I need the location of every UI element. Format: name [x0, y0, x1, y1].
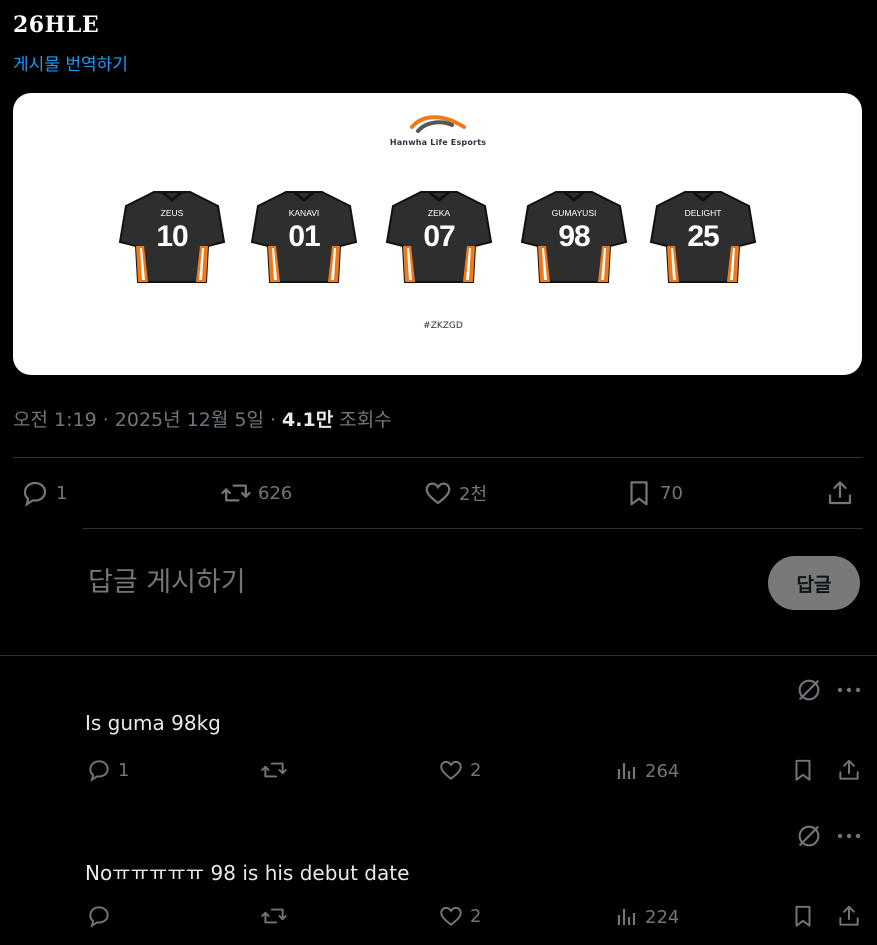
post-text: 26HLE: [13, 12, 100, 38]
share-action[interactable]: [825, 478, 855, 508]
like-count: 2: [470, 759, 482, 781]
bookmark-action[interactable]: [790, 903, 816, 929]
share-icon: [839, 905, 859, 926]
jersey-number: 01: [288, 220, 320, 253]
reply-action[interactable]: 1: [86, 757, 129, 783]
analytics-icon: [617, 909, 636, 925]
reply-input[interactable]: 답글 게시하기: [88, 560, 246, 599]
image-hashtag: #ZKZGD: [423, 321, 463, 331]
share-action[interactable]: [836, 903, 862, 929]
repost-action[interactable]: 626: [220, 478, 292, 508]
heart-icon: [440, 906, 462, 926]
heart-icon: [440, 760, 462, 780]
more-options-icon[interactable]: [836, 824, 862, 852]
jersey-number: 07: [423, 220, 455, 253]
repost-icon: [261, 762, 287, 778]
repost-icon: [261, 908, 287, 924]
jersey-zeka: ZEKA 07: [385, 186, 493, 290]
views-count: 264: [645, 760, 680, 782]
share-action[interactable]: [836, 757, 862, 783]
jersey-name: DELIGHT: [684, 208, 722, 218]
jersey-name: ZEKA: [427, 208, 451, 218]
ellipsis-icon: [837, 833, 861, 839]
bookmark-action[interactable]: 70: [624, 478, 683, 508]
reply-icon: [89, 906, 109, 928]
jersey-kanavi: KANAVI 01: [250, 186, 358, 290]
like-action[interactable]: 2: [438, 757, 481, 783]
hle-logo-icon: [410, 115, 466, 133]
reply-icon: [89, 760, 109, 782]
divider: [83, 528, 863, 529]
jersey-name: KANAVI: [288, 208, 320, 218]
heart-icon: [425, 482, 451, 505]
jersey-name: GUMAYUSI: [551, 208, 597, 218]
reply-action[interactable]: [86, 903, 118, 929]
ellipsis-icon: [837, 687, 861, 693]
jersey-name: ZEUS: [160, 208, 184, 218]
repost-action[interactable]: [260, 757, 294, 783]
share-icon: [828, 481, 852, 505]
translate-post-link[interactable]: 게시물 번역하기: [13, 50, 128, 75]
post-image[interactable]: Hanwha Life Esports ZEUS 10 KANAVI 01 ZE…: [13, 93, 862, 375]
grok-icon[interactable]: [795, 822, 823, 854]
analytics-icon: [617, 763, 636, 779]
views-label: 조회수: [333, 409, 392, 431]
bookmark-icon: [795, 905, 811, 927]
reply-action[interactable]: 1: [20, 478, 67, 508]
reply-text: Is guma 98kg: [85, 711, 221, 735]
post-action-bar: 1 626 2천 70: [20, 472, 860, 516]
views-action[interactable]: 264: [615, 758, 679, 784]
divider: [0, 655, 877, 656]
post-timestamp[interactable]: 오전 1:19 · 2025년 12월 5일 ·: [13, 409, 282, 431]
views-action[interactable]: 224: [615, 904, 679, 930]
reply-text: Noㅠㅠㅠㅠㅠ 98 is his debut date: [85, 861, 410, 885]
reply-submit-button[interactable]: 답글: [768, 556, 860, 610]
repost-action[interactable]: [260, 903, 294, 929]
jersey-gumayusi: GUMAYUSI 98: [520, 186, 628, 290]
reply-count: 1: [56, 482, 68, 504]
bookmark-count: 70: [660, 482, 683, 504]
jersey-zeus: ZEUS 10: [118, 186, 226, 290]
jersey-delight: DELIGHT 25: [649, 186, 757, 290]
reply-count: 1: [118, 759, 130, 781]
grok-icon[interactable]: [795, 676, 823, 708]
repost-count: 626: [258, 482, 293, 504]
views-count: 224: [645, 906, 680, 928]
divider: [13, 457, 863, 458]
share-icon: [839, 759, 859, 780]
jersey-number: 25: [687, 220, 719, 253]
bookmark-icon: [630, 481, 648, 506]
like-count: 2천: [459, 484, 488, 505]
jersey-number: 98: [558, 220, 590, 253]
bookmark-action[interactable]: [790, 757, 816, 783]
grok-icon-svg: [798, 679, 820, 701]
post-metadata: 오전 1:19 · 2025년 12월 5일 · 4.1만 조회수: [13, 405, 392, 432]
views-count: 4.1만: [282, 409, 334, 431]
reply-icon: [23, 481, 47, 507]
grok-icon-svg: [798, 825, 820, 847]
hle-logo: Hanwha Life Esports: [388, 111, 488, 147]
repost-icon: [221, 484, 251, 502]
more-options-icon[interactable]: [836, 678, 862, 706]
like-count: 2: [470, 905, 482, 927]
bookmark-icon: [795, 759, 811, 781]
logo-text: Hanwha Life Esports: [389, 138, 487, 147]
like-action[interactable]: 2천: [423, 478, 487, 508]
reply-submit-label: 답글: [796, 573, 832, 596]
jersey-number: 10: [156, 220, 188, 253]
like-action[interactable]: 2: [438, 903, 481, 929]
